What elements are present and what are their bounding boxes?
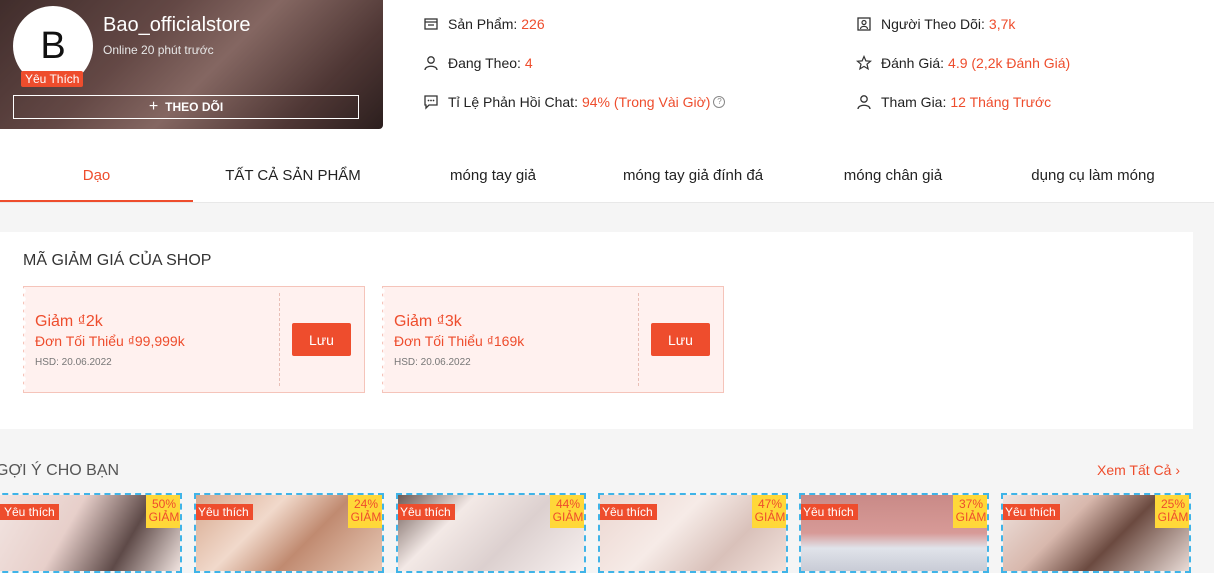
favorite-badge: Yêu thích bbox=[196, 504, 253, 520]
stat-followers-value: 3,7k bbox=[988, 16, 1016, 32]
discount-label: GIẢM bbox=[350, 510, 382, 524]
voucher-min-order: Đơn Tối Thiểu ₫169k bbox=[394, 333, 525, 349]
discount-label: GIẢM bbox=[552, 510, 584, 524]
shop-online-status: Online 20 phút trước bbox=[103, 43, 214, 57]
tab-toe-nails[interactable]: móng chân giả bbox=[793, 150, 993, 200]
discount-badge: 44% GIẢM bbox=[550, 495, 584, 528]
discount-percent: 25% bbox=[1160, 497, 1186, 511]
plus-icon: + bbox=[148, 98, 159, 115]
shop-tabs: Dạo TẤT CẢ SẢN PHẨM móng tay giả móng ta… bbox=[0, 150, 1214, 203]
voucher-expiry: HSD: 20.06.2022 bbox=[35, 357, 112, 368]
stat-joined-value: 12 Tháng Trước bbox=[950, 94, 1052, 110]
stat-followers-label: Người Theo Dõi: bbox=[881, 16, 985, 32]
stat-following-label: Đang Theo: bbox=[448, 55, 521, 71]
voucher-panel: MÃ GIẢM GIÁ CỦA SHOP Giảm ₫2k Đơn Tối Th… bbox=[0, 232, 1193, 429]
save-voucher-button[interactable]: Lưu bbox=[292, 323, 351, 356]
discount-label: GIẢM bbox=[754, 510, 786, 524]
discount-label: GIẢM bbox=[955, 510, 987, 524]
stat-following: Đang Theo: 4 bbox=[423, 55, 533, 71]
discount-percent: 44% bbox=[555, 497, 581, 511]
stat-rating-value[interactable]: 4.9 (2,2k Đánh Giá) bbox=[948, 55, 1070, 71]
favorite-badge: Yêu thích bbox=[0, 504, 59, 520]
product-card[interactable]: Yêu thích 50% GIẢM bbox=[0, 493, 182, 573]
stat-products-value: 226 bbox=[521, 16, 545, 32]
followers-icon bbox=[857, 17, 871, 31]
stat-followers: Người Theo Dõi: 3,7k bbox=[856, 16, 1015, 32]
favorite-badge: Yêu thích bbox=[1003, 504, 1060, 520]
voucher-section-title: MÃ GIẢM GIÁ CỦA SHOP bbox=[23, 252, 212, 269]
stat-joined-label: Tham Gia: bbox=[881, 94, 947, 110]
stat-products: Sản Phẩm: 226 bbox=[423, 16, 545, 32]
favorite-shop-badge: Yêu Thích bbox=[21, 71, 84, 87]
stat-chat-response: Tỉ Lệ Phản Hồi Chat: 94% (Trong Vài Giờ)… bbox=[423, 94, 726, 110]
stat-joined: Tham Gia: 12 Tháng Trước bbox=[856, 94, 1051, 110]
stat-chat-label: Tỉ Lệ Phản Hồi Chat: bbox=[448, 94, 578, 110]
voucher-notch bbox=[23, 287, 29, 392]
voucher-expiry: HSD: 20.06.2022 bbox=[394, 357, 471, 368]
stat-rating: Đánh Giá: 4.9 (2,2k Đánh Giá) bbox=[856, 55, 1070, 71]
discount-percent: 37% bbox=[958, 497, 984, 511]
voucher-card: Giảm ₫3k Đơn Tối Thiểu ₫169k HSD: 20.06.… bbox=[382, 286, 724, 393]
voucher-divider bbox=[279, 293, 280, 386]
save-voucher-button[interactable]: Lưu bbox=[651, 323, 710, 356]
discount-percent: 50% bbox=[151, 497, 177, 511]
discount-badge: 25% GIẢM bbox=[1155, 495, 1189, 528]
user-icon bbox=[857, 95, 871, 110]
chevron-right-icon: › bbox=[1175, 462, 1180, 478]
recommend-title: GỢI Ý CHO BẠN bbox=[0, 462, 120, 479]
help-icon[interactable]: ? bbox=[713, 96, 726, 108]
discount-label: GIẢM bbox=[1157, 510, 1189, 524]
voucher-card: Giảm ₫2k Đơn Tối Thiểu ₫99,999k HSD: 20.… bbox=[23, 286, 365, 393]
favorite-badge: Yêu thích bbox=[600, 504, 657, 520]
shop-avatar-wrap[interactable]: B Yêu Thích bbox=[13, 6, 93, 87]
discount-badge: 37% GIẢM bbox=[953, 495, 987, 528]
see-all-label: Xem Tất Cả bbox=[1097, 462, 1172, 478]
favorite-badge: Yêu thích bbox=[801, 504, 858, 520]
discount-label: GIẢM bbox=[148, 510, 180, 524]
tab-all-products[interactable]: TẤT CẢ SẢN PHẨM bbox=[193, 150, 393, 200]
stat-rating-label: Đánh Giá: bbox=[881, 55, 945, 71]
star-icon bbox=[856, 55, 872, 71]
stat-chat-value: 94% (Trong Vài Giờ) bbox=[581, 94, 711, 110]
voucher-discount: Giảm ₫3k bbox=[394, 313, 462, 330]
shop-name: Bao_officialstore bbox=[103, 14, 251, 36]
discount-percent: 47% bbox=[757, 497, 783, 511]
voucher-divider bbox=[638, 293, 639, 386]
tab-fake-nails[interactable]: móng tay giả bbox=[393, 150, 593, 200]
voucher-min-order: Đơn Tối Thiểu ₫99,999k bbox=[35, 333, 185, 349]
product-card[interactable]: Yêu thích 37% GIẢM bbox=[799, 493, 989, 573]
stat-following-value[interactable]: 4 bbox=[525, 55, 533, 71]
tab-rhinestone-nails[interactable]: móng tay giả đính đá bbox=[593, 150, 793, 200]
product-card[interactable]: Yêu thích 24% GIẢM bbox=[194, 493, 384, 573]
user-icon bbox=[424, 56, 438, 71]
discount-badge: 47% GIẢM bbox=[752, 495, 786, 528]
discount-percent: 24% bbox=[353, 497, 379, 511]
product-card[interactable]: Yêu thích 47% GIẢM bbox=[598, 493, 788, 573]
voucher-discount: Giảm ₫2k bbox=[35, 313, 103, 330]
shop-header: B Yêu Thích Bao_officialstore Online 20 … bbox=[0, 0, 1214, 203]
stat-products-label: Sản Phẩm: bbox=[448, 16, 518, 32]
see-all-link[interactable]: Xem Tất Cả › bbox=[1097, 462, 1180, 478]
voucher-notch bbox=[382, 287, 388, 392]
tab-dao[interactable]: Dạo bbox=[0, 150, 193, 202]
product-card[interactable]: Yêu thích 25% GIẢM bbox=[1001, 493, 1191, 573]
follow-label: THEO DÕI bbox=[165, 100, 224, 114]
tab-nail-tools[interactable]: dụng cụ làm móng bbox=[993, 150, 1193, 200]
product-card[interactable]: Yêu thích 44% GIẢM bbox=[396, 493, 586, 573]
discount-badge: 50% GIẢM bbox=[146, 495, 180, 528]
store-icon bbox=[424, 18, 438, 30]
favorite-badge: Yêu thích bbox=[398, 504, 455, 520]
chat-icon bbox=[424, 95, 438, 110]
discount-badge: 24% GIẢM bbox=[348, 495, 382, 528]
follow-button[interactable]: + THEO DÕI bbox=[13, 95, 359, 119]
